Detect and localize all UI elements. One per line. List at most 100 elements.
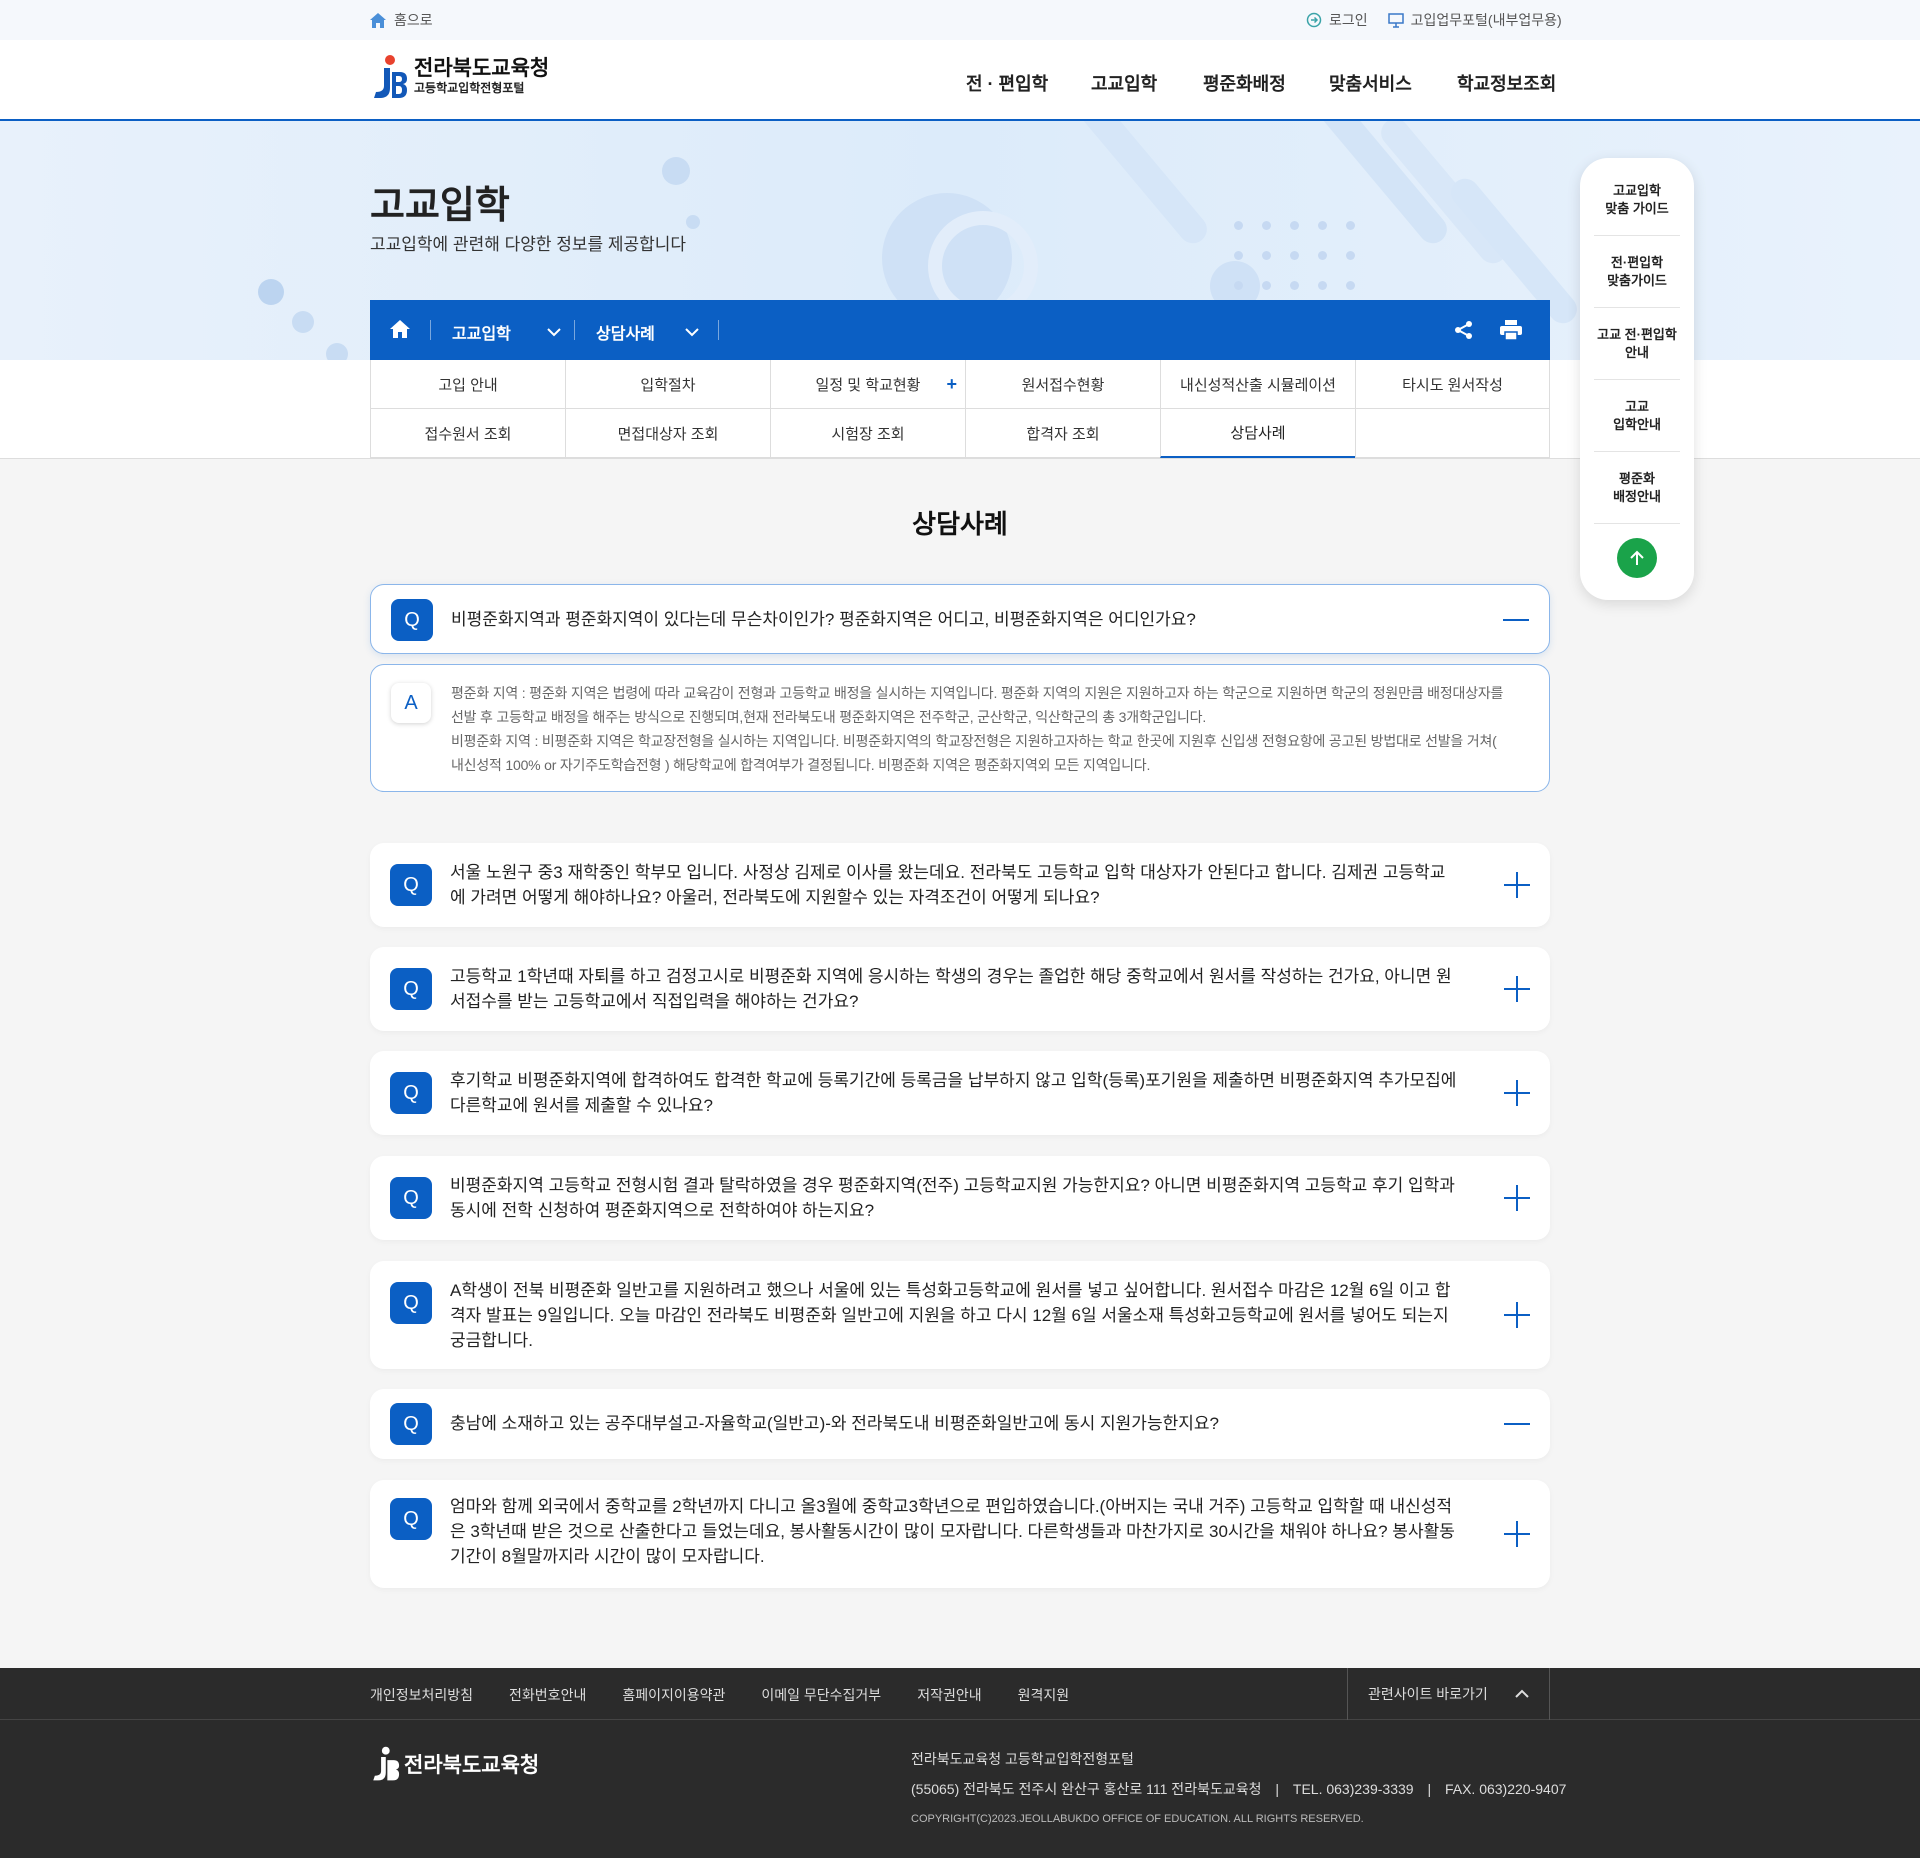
footer-fax: FAX. 063)220-9407 [1444,1781,1567,1797]
faq-item[interactable]: Q 비평준화지역과 평준화지역이 있다는데 무슨차이인가? 평준화지역은 어디고… [370,584,1550,654]
tab-schedule[interactable]: 일정 및 학교현황 + [770,360,965,409]
footer-copyright: COPYRIGHT(C)2023.JEOLLABUKDO OFFICE OF E… [911,1813,1364,1825]
site-logo[interactable]: 전라북도교육청 고등학교입학전형포털 [370,54,549,100]
minus-icon[interactable] [1504,1411,1530,1437]
quick-transfer-guide[interactable]: 전·편입학 맞춤가이드 [1594,236,1680,308]
quick-equalization-info[interactable]: 평준화 배정안내 [1594,452,1680,524]
utility-bar: 홈으로 로그인 고입업무포털(내부업무용) [0,0,1920,40]
plus-icon[interactable] [1504,872,1530,898]
faq-question: 서울 노원구 중3 재학중인 학부모 입니다. 사정상 김제로 이사를 왔는데요… [450,863,1446,907]
faq-answer: A 평준화 지역 : 평준화 지역은 법령에 따라 교육감이 전형과 고등학교 … [370,664,1550,792]
tab-grade-simulation[interactable]: 내신성적산출 시뮬레이션 [1160,360,1355,409]
question-badge: Q [390,1072,432,1114]
chevron-up-icon [1515,1689,1529,1698]
faq-question: 비평준화지역과 평준화지역이 있다는데 무슨차이인가? 평준화지역은 어디고, … [451,610,1196,629]
footer-link-terms[interactable]: 홈페이지이용약관 [622,1685,725,1705]
tab-exam-site-lookup[interactable]: 시험장 조회 [770,409,965,458]
tab-application-lookup[interactable]: 접수원서 조회 [370,409,565,458]
share-icon [1455,321,1472,339]
footer-logo-text: 전라북도교육청 [404,1754,540,1777]
tab-consult-cases[interactable]: 상담사례 [1160,409,1355,458]
gnb-highschool[interactable]: 고교입학 [1091,70,1157,96]
faq-item[interactable]: Q 충남에 소재하고 있는 공주대부설고-자율학교(일반고)-와 전라북도내 비… [370,1389,1550,1459]
footer-link-email-policy[interactable]: 이메일 무단수집거부 [761,1685,881,1705]
location-level2[interactable]: 상담사례 [596,320,699,344]
gnb-school-info[interactable]: 학교정보조회 [1457,70,1556,96]
login-link[interactable]: 로그인 [1306,10,1368,30]
home-icon [370,12,386,28]
answer-paragraph: 비평준화 지역 : 비평준화 지역은 학교장전형을 실시하는 지역입니다. 비평… [451,733,1497,773]
answer-badge: A [391,683,431,723]
question-badge: Q [390,1403,432,1445]
tab-empty [1355,409,1550,458]
footer-tel: TEL. 063)239-3339 [1292,1781,1414,1797]
plus-icon: + [946,373,957,394]
quick-transfer-info[interactable]: 고교 전·편입학 안내 [1594,308,1680,380]
faq-question: A학생이 전북 비평준화 일반고를 지원하려고 했으나 서울에 있는 특성화고등… [450,1281,1451,1350]
faq-question: 비평준화지역 고등학교 전형시험 결과 탈락하였을 경우 평준화지역(전주) 고… [450,1176,1455,1220]
tab-interview-lookup[interactable]: 면접대상자 조회 [565,409,770,458]
related-sites-select[interactable]: 관련사이트 바로가기 [1347,1668,1550,1720]
location-level1[interactable]: 고교입학 [452,320,561,344]
footer-link-remote[interactable]: 원격지원 [1018,1685,1070,1705]
faq-item[interactable]: Q 비평준화지역 고등학교 전형시험 결과 탈락하였을 경우 평준화지역(전주)… [370,1156,1550,1240]
gnb-custom-service[interactable]: 맞춤서비스 [1329,70,1412,96]
logo-title: 전라북도교육청 [414,57,550,80]
jb-logo-icon [373,1746,400,1781]
location-home[interactable] [390,320,410,338]
page-title: 고교입학 [370,185,510,227]
plus-icon[interactable] [1504,1185,1530,1211]
chevron-down-icon [547,327,561,336]
question-badge: Q [390,968,432,1010]
gnb-equalization[interactable]: 평준화배정 [1203,70,1286,96]
plus-icon[interactable] [1504,976,1530,1002]
print-icon [1500,320,1522,340]
faq-item[interactable]: Q 서울 노원구 중3 재학중인 학부모 입니다. 사정상 김제로 이사를 왔는… [370,843,1550,927]
footer-address: (55065) 전라북도 전주시 완산구 홍산로 111 전라북도교육청 [911,1781,1262,1797]
related-sites-label: 관련사이트 바로가기 [1368,1686,1488,1702]
plus-icon[interactable] [1504,1302,1530,1328]
home-link-label: 홈으로 [394,12,433,28]
login-icon [1306,12,1322,28]
quick-highschool-guide[interactable]: 고교입학 맞춤 가이드 [1594,164,1680,236]
footer-link-phone[interactable]: 전화번호안내 [509,1685,586,1705]
plus-icon[interactable] [1504,1080,1530,1106]
faq-item[interactable]: Q 고등학교 1학년때 자퇴를 하고 검정고시로 비평준화 지역에 응시하는 학… [370,947,1550,1031]
footer-logo: 전라북도교육청 [370,1746,539,1782]
section-title: 상담사례 [912,509,1008,539]
faq-question: 고등학교 1학년때 자퇴를 하고 검정고시로 비평준화 지역에 응시하는 학생의… [450,967,1452,1011]
scroll-top-button[interactable] [1617,538,1657,578]
tab-schedule-label: 일정 및 학교현황 [815,376,921,394]
footer-link-privacy[interactable]: 개인정보처리방침 [370,1685,473,1705]
faq-item[interactable]: Q A학생이 전북 비평준화 일반고를 지원하려고 했으나 서울에 있는 특성화… [370,1261,1550,1369]
minus-icon[interactable] [1503,607,1529,633]
quick-admission-info[interactable]: 고교 입학안내 [1594,380,1680,452]
login-label: 로그인 [1329,12,1368,28]
tab-result-lookup[interactable]: 합격자 조회 [965,409,1160,458]
site-header: 전라북도교육청 고등학교입학전형포털 전 · 편입학 고교입학 평준화배정 맞춤… [0,40,1920,121]
answer-paragraph: 평준화 지역 : 평준화 지역은 법령에 따라 교육감이 전형과 고등학교 배정… [451,685,1504,725]
home-icon [390,320,410,338]
location-level1-label: 고교입학 [452,326,511,343]
tab-other-region-application[interactable]: 타시도 원서작성 [1355,360,1550,409]
gnb-transfer[interactable]: 전 · 편입학 [966,70,1048,96]
print-button[interactable] [1500,320,1522,340]
faq-item[interactable]: Q 엄마와 함께 외국에서 중학교를 2학년까지 다니고 올3월에 중학교3학년… [370,1480,1550,1588]
question-badge: Q [390,1282,432,1324]
home-link[interactable]: 홈으로 [370,10,433,30]
footer: 전라북도교육청 전라북도교육청 고등학교입학전형포털 (55065) 전라북도 … [0,1720,1920,1858]
tab-admission-procedure[interactable]: 입학절차 [565,360,770,409]
share-button[interactable] [1454,320,1474,340]
plus-icon[interactable] [1504,1521,1530,1547]
quick-menu: 고교입학 맞춤 가이드 전·편입학 맞춤가이드 고교 전·편입학 안내 고교 입… [1580,158,1694,600]
tab-admission-guide[interactable]: 고입 안내 [370,360,565,409]
question-badge: Q [390,864,432,906]
portal-link[interactable]: 고입업무포털(내부업무용) [1387,10,1562,30]
question-badge: Q [390,1498,432,1540]
tab-application-status[interactable]: 원서접수현황 [965,360,1160,409]
faq-item[interactable]: Q 후기학교 비평준화지역에 합격하여도 합격한 학교에 등록기간에 등록금을 … [370,1051,1550,1135]
faq-question: 충남에 소재하고 있는 공주대부설고-자율학교(일반고)-와 전라북도내 비평준… [450,1414,1219,1433]
arrow-up-icon [1630,550,1644,565]
footer-link-copyright[interactable]: 저작권안내 [917,1685,981,1705]
footer-org: 전라북도교육청 고등학교입학전형포털 [911,1751,1134,1767]
